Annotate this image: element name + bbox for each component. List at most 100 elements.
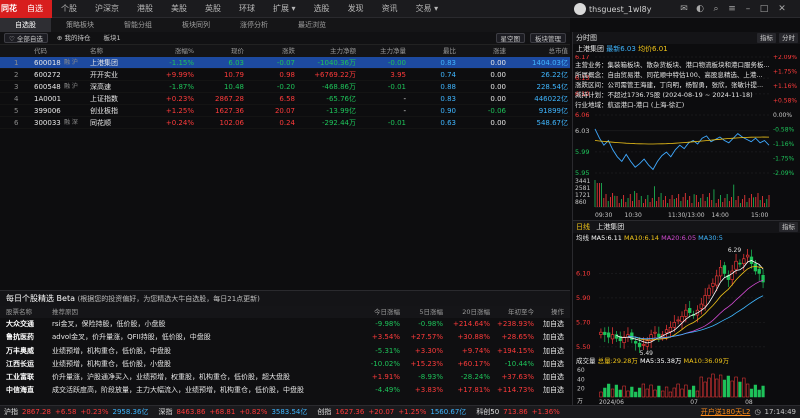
- promo-link[interactable]: 开户送180天L2: [701, 407, 751, 417]
- stock-net-vol: -0.01: [387, 83, 406, 91]
- kline-indicator-button[interactable]: 指标: [779, 222, 798, 232]
- kline-vol-bar: [649, 384, 653, 398]
- market-status-bar: 沪指 2867.28 +6.58 +0.23% 2958.36亿 深指 8463…: [0, 405, 800, 418]
- star50-index-pct: +1.36%: [531, 408, 560, 416]
- kline-chart[interactable]: 6.105.905.705.506.295.49604020万 2024/06 07…: [573, 245, 799, 405]
- picks-row[interactable]: 工业富联 价升量涨，沪股通净买入，业绩预增，权重股，机构重仓，低价股，超大盘股 +1…: [0, 371, 570, 384]
- cy-index-name[interactable]: 创指: [317, 407, 331, 417]
- skin-icon[interactable]: ◐: [694, 3, 706, 15]
- kline-candle: [722, 265, 727, 274]
- daily-picks-title: 每日个股精选 Beta: [6, 294, 75, 303]
- tab-limit-up[interactable]: 涨停分析: [225, 18, 283, 32]
- tab-recent[interactable]: 最近浏览: [283, 18, 341, 32]
- picks-row[interactable]: 江西长运 业绩预增，机构重仓，低价股，小盘股 -10.02% +15.23% +60.1…: [0, 358, 570, 371]
- header-netq[interactable]: 主力净量: [380, 45, 406, 57]
- header-chg[interactable]: 涨跌: [282, 45, 295, 57]
- table-row[interactable]: 2 600272 开开实业 +9.99% 10.79 0.98 +6769.22万 3.95 0…: [0, 69, 570, 81]
- table-row[interactable]: 6 300033 融 深 同花顺 +0.24% 102.06 0.24 -292.44万 -0.…: [0, 117, 570, 129]
- header-pct[interactable]: 涨幅%: [175, 45, 194, 57]
- header-cap[interactable]: 总市值: [549, 45, 569, 57]
- kline-vol-bar: [626, 390, 630, 398]
- star50-index-name[interactable]: 科创50: [476, 407, 499, 417]
- picks-row[interactable]: 万丰奥威 业绩预增，机构重仓，低价股，中盘股 -5.31% +3.30% +9.74% +…: [0, 345, 570, 358]
- kline-ma-type[interactable]: 均线: [576, 234, 589, 242]
- stock-code: 600272: [34, 71, 61, 79]
- intraday-indicator-button[interactable]: 指标: [757, 33, 776, 43]
- star-chart-button[interactable]: 星空图: [495, 33, 525, 43]
- header-name[interactable]: 名称: [90, 45, 103, 57]
- tab-my-watchlist[interactable]: 自选股: [0, 18, 51, 32]
- minimize-icon[interactable]: –: [742, 3, 754, 15]
- sh-index-name[interactable]: 沪指: [4, 407, 18, 417]
- menu-icon[interactable]: ≡: [726, 3, 738, 15]
- table-row[interactable]: 4 1A0001 上证指数 +0.23% 2867.28 6.58 -65.76亿 - 0.83…: [0, 93, 570, 105]
- kline-vol-bar: [707, 377, 711, 398]
- nav-hk[interactable]: 港股: [128, 0, 162, 18]
- header-speed[interactable]: 涨速: [493, 45, 506, 57]
- header-net[interactable]: 主力净额: [330, 45, 356, 57]
- kline-candle: [745, 254, 750, 258]
- kline-vol-bar: [664, 386, 669, 398]
- tab-strategy[interactable]: 策略板块: [51, 18, 109, 32]
- kline-vol-bar: [742, 377, 746, 398]
- kline-vol-bar: [637, 387, 642, 398]
- nav-global[interactable]: 环球: [230, 0, 264, 18]
- tab-smart-group[interactable]: 智能分组: [109, 18, 167, 32]
- all-watch-button[interactable]: ♡ 全部自选: [4, 33, 48, 43]
- picks-row[interactable]: 中信海直 成交活跃度高，阶段放量，主力大幅流入，业绩预增，机构重仓，低价股，中盘股…: [0, 384, 570, 397]
- header-price[interactable]: 现价: [231, 45, 244, 57]
- add-watch-button[interactable]: 加自选: [543, 371, 564, 384]
- nav-uk[interactable]: 英股: [196, 0, 230, 18]
- sz-index-name[interactable]: 深指: [158, 407, 172, 417]
- stock-cap: 446022亿: [534, 95, 568, 103]
- user-account[interactable]: thsguest_1wl8y: [574, 2, 651, 16]
- intraday-time-tick: 11:30/13:00: [668, 212, 705, 219]
- picks-row[interactable]: 鲁抗医药 advol金叉，价升量涨，QFII持股，低价股，中盘股 +3.54% +27…: [0, 331, 570, 344]
- add-watch-button[interactable]: 加自选: [543, 358, 564, 371]
- kline-y-label: 5.70: [576, 318, 590, 326]
- nav-us[interactable]: 美股: [162, 0, 196, 18]
- nav-watchlist[interactable]: 自选: [18, 0, 52, 18]
- nav-discover[interactable]: 发现: [339, 0, 373, 18]
- nav-extend-label: 扩展: [273, 3, 289, 13]
- table-row[interactable]: 1 600018 融 沪 上港集团 -1.15% 6.03 -0.07 -1040.36万 -0…: [0, 57, 570, 69]
- close-icon[interactable]: ✕: [776, 3, 788, 15]
- nav-hs[interactable]: 沪深京: [86, 0, 128, 18]
- nav-screener[interactable]: 选股: [305, 0, 339, 18]
- nav-trade[interactable]: 交易 ▾: [407, 0, 448, 18]
- intraday-title: 分时图: [576, 34, 597, 42]
- stock-chg: -0.07: [276, 59, 295, 67]
- row-index: 2: [14, 71, 19, 79]
- add-watch-button[interactable]: 加自选: [543, 384, 564, 397]
- my-holdings-button[interactable]: ⊕ 我的持仓: [53, 33, 95, 43]
- add-watch-button[interactable]: 加自选: [543, 318, 564, 331]
- kline-vol-bar: [757, 389, 761, 398]
- kline-y-label: 5.50: [576, 343, 590, 351]
- tab-sector-list[interactable]: 板块同列: [167, 18, 225, 32]
- maximize-icon[interactable]: □: [758, 3, 770, 15]
- message-icon[interactable]: ✉: [678, 3, 690, 15]
- pick-5d-pct: +15.23%: [410, 359, 443, 368]
- kline-vol-bar: [746, 383, 750, 398]
- nav-extend[interactable]: 扩展 ▾: [264, 0, 305, 18]
- add-watch-button[interactable]: 加自选: [543, 331, 564, 344]
- table-row[interactable]: 3 600548 融 沪 深高速 -1.87% 10.48 -0.20 -468.86万 -0.…: [0, 81, 570, 93]
- pick-name: 江西长运: [6, 359, 34, 368]
- nav-stock[interactable]: 个股: [52, 0, 86, 18]
- picks-row[interactable]: 大众交通 rsi金叉，保险持股，低价股，小盘股 -9.98% -0.98% +214.6…: [0, 318, 570, 331]
- add-watch-button[interactable]: 加自选: [543, 345, 564, 358]
- kline-ma5: MA5:6.11: [591, 234, 622, 242]
- intraday-view-button[interactable]: 分时: [779, 33, 798, 43]
- picks-header-d20: 20日涨幅: [462, 308, 490, 316]
- search-icon[interactable]: ⌕: [710, 3, 722, 15]
- header-ratio[interactable]: 最比: [443, 45, 456, 57]
- stock-cap: 1404.03亿: [532, 59, 568, 67]
- board-manage-button[interactable]: 板块管理: [530, 33, 566, 43]
- pick-today-pct: +1.91%: [371, 373, 400, 382]
- header-code[interactable]: 代码: [34, 45, 47, 57]
- kline-y-label: 6.10: [576, 269, 590, 277]
- group-button[interactable]: 板块1: [99, 33, 124, 43]
- cy-index-pct: +1.25%: [398, 408, 427, 416]
- nav-news[interactable]: 资讯: [373, 0, 407, 18]
- table-row[interactable]: 5 399006 创业板指 +1.25% 1627.36 20.07 -13.99亿 - 0.9…: [0, 105, 570, 117]
